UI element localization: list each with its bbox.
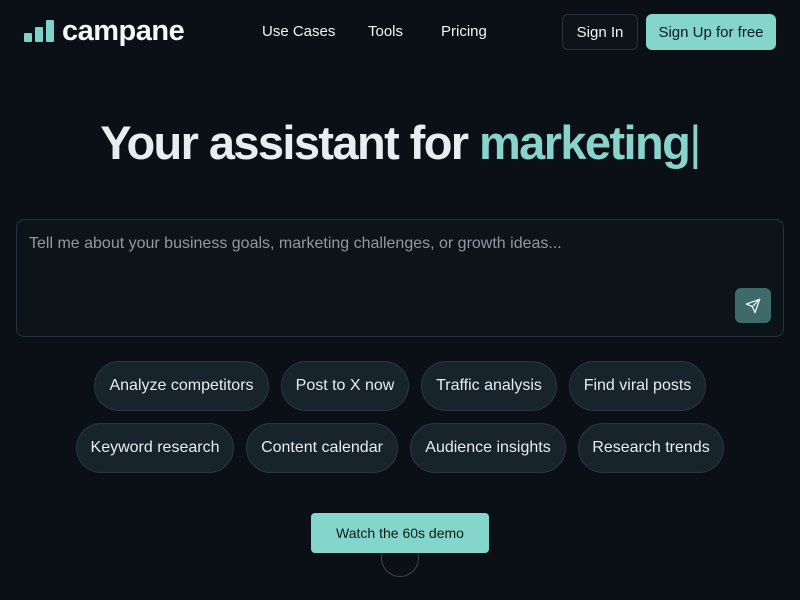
suggestion-chip[interactable]: Traffic analysis (421, 361, 557, 411)
suggestion-chip[interactable]: Research trends (578, 423, 724, 473)
send-button[interactable] (735, 288, 771, 323)
send-icon (745, 298, 761, 313)
suggestion-chip[interactable]: Post to X now (281, 361, 409, 411)
suggestion-chip[interactable]: Content calendar (246, 423, 398, 473)
brand-logo[interactable]: campane (24, 15, 185, 47)
hero-title: Your assistant for marketing| (0, 112, 800, 174)
top-navigation-bar: campane Use Cases Tools Pricing Sign In … (0, 0, 800, 64)
suggestion-chip[interactable]: Analyze competitors (94, 361, 269, 411)
nav-pricing[interactable]: Pricing (441, 22, 487, 42)
prompt-box (16, 219, 784, 337)
hero-title-plain: Your assistant for (100, 116, 469, 169)
bar-chart-logo-icon (24, 20, 54, 42)
suggestion-chip[interactable]: Audience insights (410, 423, 566, 473)
sign-in-button[interactable]: Sign In (562, 14, 638, 50)
nav-use-cases[interactable]: Use Cases (262, 22, 335, 42)
suggestion-chip[interactable]: Find viral posts (569, 361, 706, 411)
nav-tools[interactable]: Tools (368, 22, 403, 42)
suggestion-chip[interactable]: Keyword research (76, 423, 234, 473)
hero-title-highlight: marketing (478, 116, 691, 169)
brand-name: campane (62, 15, 185, 47)
sign-up-button[interactable]: Sign Up for free (646, 14, 776, 50)
typing-caret: | (689, 116, 701, 169)
watch-demo-button[interactable]: Watch the 60s demo (311, 513, 489, 553)
prompt-input[interactable] (17, 220, 783, 336)
